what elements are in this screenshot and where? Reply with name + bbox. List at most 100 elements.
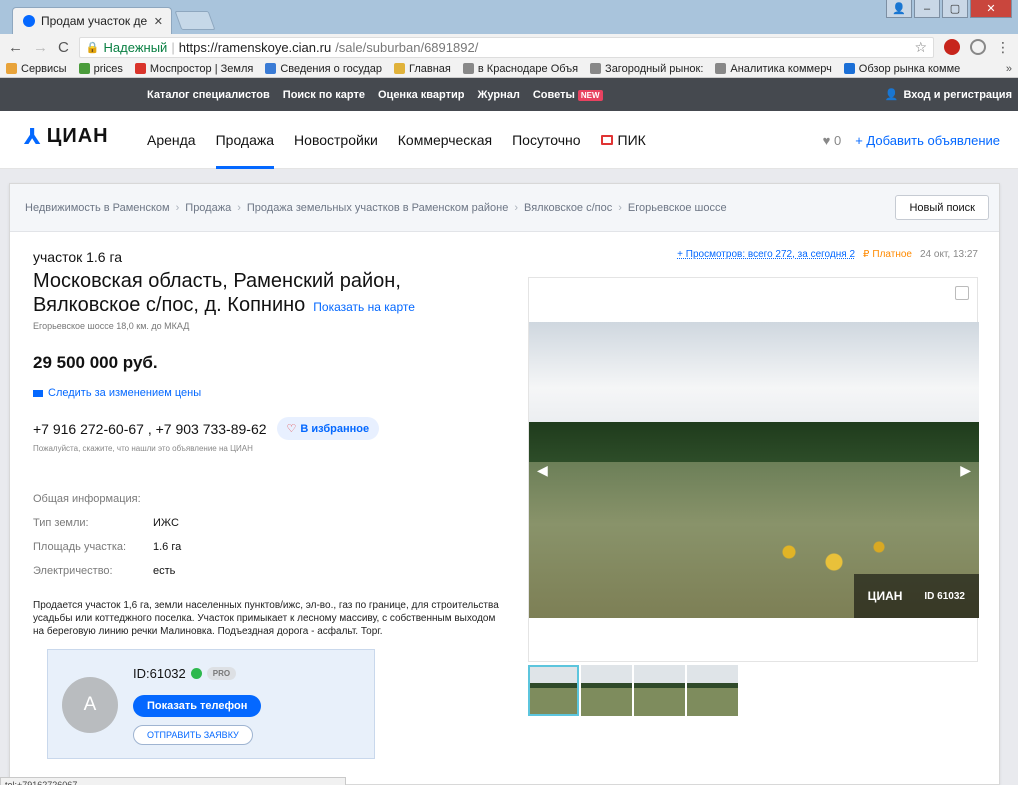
cian-favicon-icon — [23, 15, 35, 27]
param-key: Тип земли: — [33, 517, 89, 529]
bookmark-icon — [590, 63, 602, 74]
photo-thumbnail[interactable] — [634, 665, 685, 716]
show-phone-button[interactable]: Показать телефон — [133, 695, 262, 717]
back-icon[interactable]: ← — [8, 39, 23, 56]
bookmark-item[interactable]: Обзор рынка комме — [843, 62, 961, 75]
chevron-right-icon: › — [237, 201, 241, 214]
login-link[interactable]: 👤 Вход и регистрация — [885, 78, 1012, 111]
lock-icon: 🔒 — [85, 41, 100, 54]
send-request-button[interactable]: ОТПРАВИТЬ ЗАЯВКУ — [133, 725, 253, 745]
breadcrumb-item[interactable]: Продажа земельных участков в Раменском р… — [247, 202, 508, 214]
bookmark-item[interactable]: prices — [78, 63, 123, 75]
paid-badge[interactable]: ₽ Платное — [863, 249, 912, 260]
nav-commercial[interactable]: Коммерческая — [398, 111, 492, 169]
paid-label: Платное — [872, 249, 912, 260]
prev-photo-icon[interactable]: ◀ — [537, 462, 548, 479]
new-tab-button[interactable] — [174, 11, 216, 30]
phone-hint: Пожалуйста, скажите, что нашли это объяв… — [33, 444, 253, 453]
photo-thumbnail[interactable] — [581, 665, 632, 716]
listing-card: Недвижимость в Раменском › Продажа › Про… — [9, 183, 1000, 785]
bookmark-item[interactable]: в Краснодаре Объя — [462, 63, 578, 75]
nav-new-buildings[interactable]: Новостройки — [294, 111, 378, 169]
add-listing-link[interactable]: + Добавить объявление — [855, 133, 1000, 148]
photo-watermark: ЦИАН ID 61032 — [853, 574, 979, 618]
close-window-icon[interactable]: ✕ — [970, 0, 1012, 18]
top-links: Каталог специалистов Поиск по карте Оцен… — [147, 78, 603, 111]
breadcrumb-item[interactable]: Вялковское с/пос — [524, 202, 612, 214]
bookmark-item[interactable]: Сведения о государ — [265, 63, 382, 75]
top-link-map-search[interactable]: Поиск по карте — [283, 89, 365, 101]
top-link-valuation[interactable]: Оценка квартир — [378, 89, 464, 101]
param-row: Площадь участка: 1.6 га — [33, 541, 513, 553]
bookmark-star-icon[interactable]: ☆ — [914, 39, 927, 56]
nav-pik[interactable]: ПИК — [600, 111, 646, 169]
url-input[interactable]: 🔒 Надежный | https://ramenskoye.cian.ru /… — [78, 36, 934, 58]
param-value: ИЖС — [153, 517, 179, 529]
photo-thumbnail[interactable] — [528, 665, 579, 716]
add-to-favorites-button[interactable]: ♡ В избранное — [276, 417, 380, 440]
bookmarks-overflow-icon[interactable]: » — [1006, 63, 1012, 75]
views-link[interactable]: + Просмотров: всего 272, за сегодня 2 — [677, 249, 855, 260]
phones-row: +7 916 272-60-67 , +7 903 733-89-62 ♡ В и… — [33, 417, 513, 440]
user-icon[interactable]: 👤 — [886, 0, 912, 18]
avatar: A — [62, 677, 118, 733]
site-header: ⅄ ЦИАН Аренда Продажа Новостройки Коммер… — [0, 111, 1018, 169]
phone-numbers[interactable]: +7 916 272-60-67 , +7 903 733-89-62 — [33, 421, 267, 437]
top-link-specialists[interactable]: Каталог специалистов — [147, 89, 270, 101]
main-nav: Аренда Продажа Новостройки Коммерческая … — [147, 111, 646, 169]
watermark-brand: ЦИАН — [867, 589, 903, 603]
bookmark-icon — [6, 63, 17, 74]
breadcrumb-item[interactable]: Недвижимость в Раменском — [25, 202, 170, 214]
show-on-map-link[interactable]: Показать на карте — [313, 300, 415, 314]
bookmark-item[interactable]: Моспростор | Земля — [134, 62, 254, 75]
reload-icon[interactable]: C — [58, 39, 69, 56]
next-photo-icon[interactable]: ▶ — [960, 462, 971, 479]
nav-sale[interactable]: Продажа — [215, 111, 275, 169]
chevron-right-icon: › — [514, 201, 519, 214]
param-key: Электричество: — [33, 565, 113, 577]
browser-menu-icon[interactable]: ⋮ — [996, 39, 1010, 56]
main-photo[interactable]: ◀ ▶ ЦИАН ID 61032 — [529, 322, 979, 618]
top-link-tips[interactable]: Советы NEW — [533, 89, 603, 101]
nav-daily[interactable]: Посуточно — [512, 111, 580, 169]
bookmark-icon — [843, 63, 855, 74]
bookmark-label: Моспростор | Земля — [149, 62, 254, 75]
new-search-button[interactable]: Новый поиск — [895, 195, 989, 220]
listing-type: участок 1.6 га — [33, 249, 123, 265]
bookmarks-bar: Сервисы prices Моспростор | Земля Сведения … — [0, 60, 1018, 78]
param-row: Тип земли: ИЖС — [33, 517, 513, 529]
bookmark-item[interactable]: Сервисы — [6, 63, 67, 75]
adblock-extension-icon[interactable] — [944, 39, 960, 55]
fullscreen-icon[interactable] — [955, 286, 969, 300]
bookmark-item[interactable]: Аналитика коммерч — [715, 63, 832, 75]
agent-id: ID:61032 — [133, 666, 186, 681]
photo-thumbnail[interactable] — [687, 665, 738, 716]
breadcrumb-item[interactable]: Продажа — [185, 202, 231, 214]
photo-thumbnails — [528, 665, 738, 716]
follow-price-link[interactable]: Следить за изменением цены — [33, 387, 513, 399]
heart-icon: ♡ — [286, 423, 297, 435]
url-host: https://ramenskoye.cian.ru — [178, 39, 332, 55]
photo-gallery: ◀ ▶ ЦИАН ID 61032 — [528, 277, 979, 662]
close-tab-icon[interactable]: ✕ — [154, 15, 163, 28]
bookmark-item[interactable]: Загородный рынок: — [590, 63, 703, 75]
bookmark-label: Обзор рынка комме — [858, 62, 961, 75]
param-key: Площадь участка: — [33, 541, 127, 553]
bookmark-item[interactable]: Главная — [394, 63, 451, 75]
extension-icon[interactable] — [970, 39, 986, 55]
bookmark-icon — [715, 63, 727, 74]
heart-icon: ♥ — [822, 132, 831, 148]
cian-logo[interactable]: ⅄ ЦИАН — [24, 125, 109, 148]
browser-tab[interactable]: Продам участок дерев ✕ — [12, 7, 172, 34]
top-link-journal[interactable]: Журнал — [477, 89, 519, 101]
forward-icon[interactable]: → — [33, 39, 48, 56]
bookmark-label: Главная — [409, 62, 451, 75]
minimize-icon[interactable]: – — [914, 0, 940, 18]
param-value: есть — [153, 565, 176, 577]
envelope-icon — [33, 389, 43, 397]
nav-rent[interactable]: Аренда — [147, 111, 196, 169]
favorites-link[interactable]: ♥ 0 — [823, 133, 842, 148]
maximize-icon[interactable]: ▢ — [942, 0, 968, 18]
listing-description: Продается участок 1,6 га, земли населенн… — [33, 600, 499, 637]
breadcrumb-item[interactable]: Егорьевское шоссе — [628, 202, 727, 214]
